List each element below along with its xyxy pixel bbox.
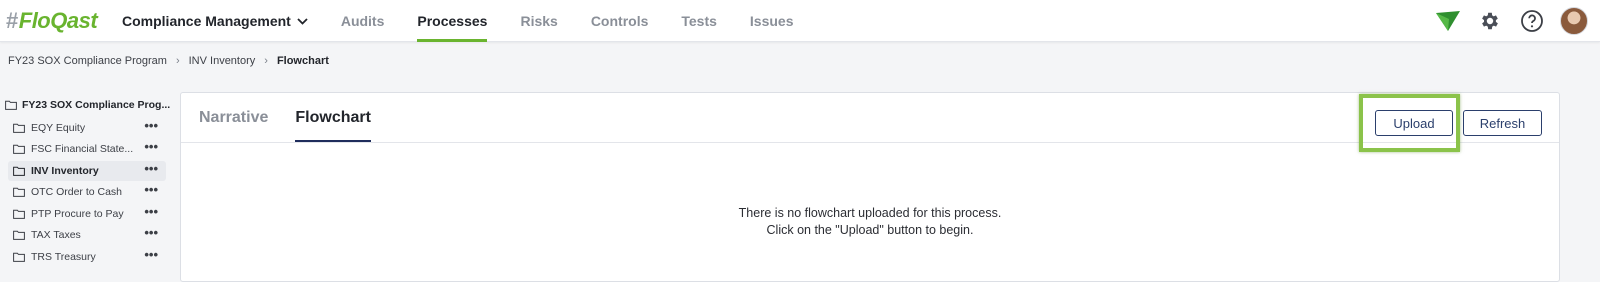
nav-compliance-management[interactable]: Compliance Management: [122, 0, 308, 42]
top-navigation-bar: #FloQast Compliance Management Audits Pr…: [0, 0, 1600, 42]
more-icon[interactable]: •••: [144, 140, 158, 153]
tab-flowchart[interactable]: Flowchart: [295, 93, 371, 143]
empty-state-line-1: There is no flowchart uploaded for this …: [738, 206, 1002, 220]
more-icon[interactable]: •••: [144, 205, 158, 218]
help-icon[interactable]: [1518, 7, 1546, 35]
tree-item-label: FSC Financial State...: [31, 143, 134, 155]
avatar-image: [1560, 7, 1588, 35]
header-actions: [1420, 7, 1588, 35]
tree-item-ptp[interactable]: PTP Procure to Pay •••: [8, 204, 166, 224]
folder-icon: [5, 100, 17, 110]
more-icon[interactable]: •••: [144, 226, 158, 239]
nav-audits[interactable]: Audits: [341, 0, 385, 42]
tree-item-tax[interactable]: TAX Taxes •••: [8, 225, 166, 245]
nav-controls[interactable]: Controls: [591, 0, 649, 42]
tab-narrative[interactable]: Narrative: [199, 93, 268, 143]
breadcrumb-separator: ›: [264, 55, 268, 67]
floqast-check-icon[interactable]: [1434, 7, 1462, 35]
main-nav: Compliance Management Audits Processes R…: [122, 0, 827, 42]
tree-item-label: OTC Order to Cash: [31, 186, 123, 198]
tree-item-fsc[interactable]: FSC Financial State... •••: [8, 139, 166, 159]
tree-item-label: TAX Taxes: [31, 229, 81, 241]
breadcrumb-separator: ›: [175, 55, 180, 67]
nav-risks[interactable]: Risks: [520, 0, 557, 42]
folder-icon: [13, 123, 25, 133]
folder-icon: [13, 187, 25, 197]
tree-item-label: EQY Equity: [31, 122, 86, 134]
breadcrumb: FY23 SOX Compliance Program › INV Invent…: [8, 55, 329, 67]
upload-button[interactable]: Upload: [1375, 110, 1453, 136]
folder-icon: [13, 144, 25, 154]
tree-item-trs[interactable]: TRS Treasury •••: [8, 247, 166, 267]
logo-hash: #: [6, 8, 18, 33]
folder-icon: [13, 209, 25, 219]
floqast-logo[interactable]: #FloQast: [6, 8, 98, 34]
nav-compliance-management-label: Compliance Management: [122, 13, 291, 29]
process-detail-panel: Narrative Flowchart Upload Refresh There…: [180, 92, 1560, 282]
logo-text: FloQast: [18, 8, 98, 33]
more-icon[interactable]: •••: [144, 119, 158, 132]
folder-icon: [13, 166, 25, 176]
tree-item-eqy[interactable]: EQY Equity •••: [8, 118, 166, 138]
tree-item-label: TRS Treasury: [31, 251, 96, 263]
tree-item-label: INV Inventory: [31, 165, 99, 177]
folder-icon: [13, 230, 25, 240]
nav-issues[interactable]: Issues: [750, 0, 794, 42]
tree-item-inv[interactable]: INV Inventory •••: [8, 161, 166, 181]
tree-item-otc[interactable]: OTC Order to Cash •••: [8, 182, 166, 202]
breadcrumb-current: Flowchart: [276, 55, 329, 67]
empty-state-message: There is no flowchart uploaded for this …: [181, 205, 1559, 239]
chevron-down-icon: [297, 17, 308, 25]
breadcrumb-process[interactable]: INV Inventory: [189, 55, 256, 67]
more-icon[interactable]: •••: [144, 183, 158, 196]
tree-item-label: PTP Procure to Pay: [31, 208, 124, 220]
refresh-button[interactable]: Refresh: [1463, 110, 1542, 136]
nav-processes[interactable]: Processes: [417, 0, 488, 42]
breadcrumb-program[interactable]: FY23 SOX Compliance Program: [8, 55, 167, 67]
more-icon[interactable]: •••: [144, 248, 158, 261]
avatar[interactable]: [1560, 7, 1588, 35]
nav-tests[interactable]: Tests: [681, 0, 717, 42]
process-tree: FY23 SOX Compliance Prog... EQY Equity •…: [0, 92, 172, 274]
panel-tabs: Narrative Flowchart: [199, 93, 398, 143]
tree-root-label: FY23 SOX Compliance Prog...: [22, 99, 171, 111]
more-icon[interactable]: •••: [144, 162, 158, 175]
tabs-divider: [181, 142, 1559, 143]
gear-icon[interactable]: [1476, 7, 1504, 35]
folder-icon: [13, 252, 25, 262]
tree-root-program[interactable]: FY23 SOX Compliance Prog...: [5, 99, 170, 111]
empty-state-line-2: Click on the "Upload" button to begin.: [766, 223, 974, 237]
